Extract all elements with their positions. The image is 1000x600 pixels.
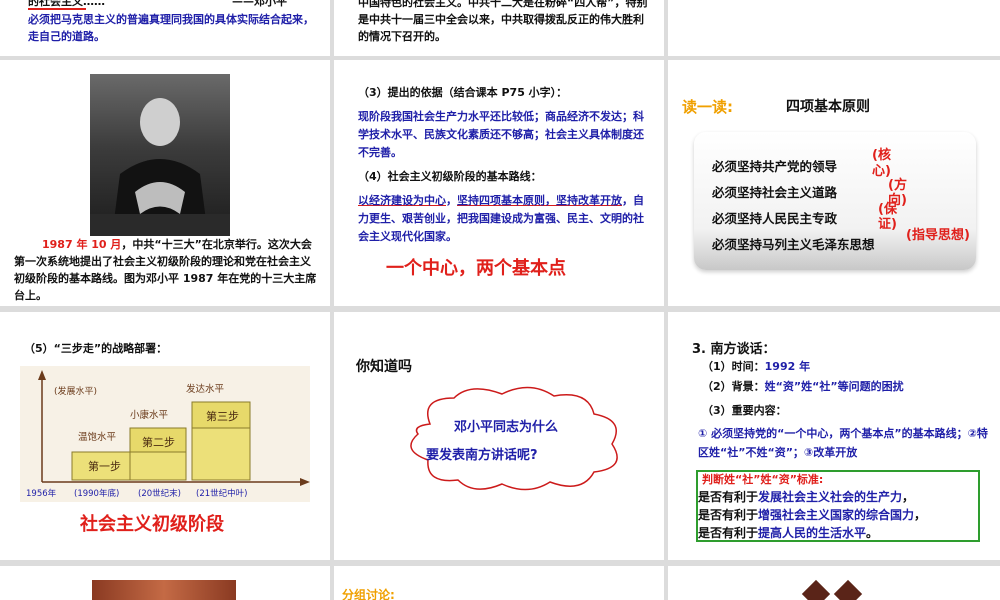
background-value: 姓“资”姓“社”等问题的困扰 xyxy=(764,380,904,393)
slide-image-fragment xyxy=(92,580,236,600)
stage-title: 社会主义初级阶段 xyxy=(80,514,224,535)
decor-shape-icon xyxy=(801,579,831,600)
principle-1: 必须坚持共产党的领导 xyxy=(712,159,838,174)
deng-xiaoping-photo xyxy=(90,74,230,236)
x-axis-label: 1956年 xyxy=(26,488,57,499)
three-step-diagram: (发展水平) 温饱水平 小康水平 发达水平 第一步 第二步 第三步 1956年 … xyxy=(20,366,310,502)
thought-bubble-icon xyxy=(410,386,618,491)
criteria-title: 判断姓“社”姓“资”标准: xyxy=(702,473,824,486)
step-label-3: 第三步 xyxy=(206,409,239,423)
step-label-2: 第二步 xyxy=(142,435,175,449)
criteria-line-2: 是否有利于增强社会主义国家的综合国力， xyxy=(698,507,926,524)
y-axis-label: (发展水平) xyxy=(54,385,97,397)
criteria-value-3: 提高人民的生活水平 xyxy=(758,526,867,540)
principle-2: 必须坚持社会主义道路 xyxy=(712,185,838,200)
criteria-line-3: 是否有利于提高人民的生活水平。 xyxy=(698,525,878,542)
time-value: 1992 年 xyxy=(764,360,811,373)
slide-thumbnail-r4c2[interactable]: 分组讨论: xyxy=(334,566,664,600)
criteria-prefix-2: 是否有利于 xyxy=(698,508,759,522)
criteria-value-1: 发展社会主义社会的生产力 xyxy=(758,490,903,504)
step-label-1: 第一步 xyxy=(88,459,121,473)
underline-accent xyxy=(28,8,86,10)
basic-line-text: 以经济建设为中心，坚持四项基本原则，坚持改革开放，自力更生、艰苦创业，把我国建设… xyxy=(358,192,650,246)
basis-heading: （3）提出的依据（结合课本 P75 小字）： xyxy=(358,86,568,99)
content-label: （3）重要内容： xyxy=(702,404,787,417)
content-text: ① 必须坚持党的“一个中心，两个基本点”的基本路线；②特区姓“社”不姓“资”；③… xyxy=(698,427,988,459)
criteria-value-2: 增强社会主义国家的综合国力 xyxy=(758,508,915,522)
note-guide: (指导思想) xyxy=(906,228,970,243)
quote-author: ——邓小平 xyxy=(232,0,287,8)
line-separator: ， xyxy=(446,194,457,207)
slide-thumbnail-r2c3[interactable]: 读一读: 四项基本原则 必须坚持共产党的领导 必须坚持社会主义道路 必须坚持人民… xyxy=(668,60,1000,306)
level-label-1: 温饱水平 xyxy=(78,431,117,443)
x-axis-label: (20世纪末) xyxy=(138,488,181,499)
x-axis-label: (21世纪中叶) xyxy=(196,488,247,499)
basis-text: 现阶段我国社会生产力水平还比较低；商品经济不发达；科学技术水平、民族文化素质还不… xyxy=(358,110,644,159)
slide-thumbnail-r3c1[interactable]: （5）“三步走”的战略部署： (发展水平) 温饱水平 小康水平 发达水平 第一步… xyxy=(0,312,330,560)
slide-thumbnail-r2c2[interactable]: （3）提出的依据（结合课本 P75 小字）： 现阶段我国社会生产力水平还比较低；… xyxy=(334,60,664,306)
level-label-3: 发达水平 xyxy=(186,383,225,395)
slide-thumbnail-r3c3[interactable]: 3. 南方谈话： （1）时间：1992 年 （2）背景：姓“资”姓“社”等问题的… xyxy=(668,312,1000,560)
read-label: 读一读: xyxy=(682,98,733,116)
line-part-center: 以经济建设为中心 xyxy=(358,194,446,207)
slide-thumbnail-r4c3[interactable] xyxy=(668,566,1000,600)
summary-title: 一个中心，两个基本点 xyxy=(386,258,566,279)
bubble-line-2: 要发表南方讲话呢? xyxy=(426,448,538,463)
criteria-end-1: ， xyxy=(902,490,915,504)
principle-4: 必须坚持马列主义毛泽东思想 xyxy=(712,237,875,252)
slide-text: 中国特色的社会主义。中共十二大是在粉碎“四人帮”，特别是中共十一届三中全会以来，… xyxy=(358,0,648,43)
slide-thumbnail-r1c1[interactable]: 的社会主义…… ——邓小平 必须把马克思主义的普遍真理同我国的具体实际结合起来，… xyxy=(0,0,330,56)
southern-talk-heading: 3. 南方谈话： xyxy=(692,342,776,357)
decor-shape-icon xyxy=(833,579,863,600)
principle-3: 必须坚持人民民主专政 xyxy=(712,211,838,226)
criteria-line-1: 是否有利于发展社会主义社会的生产力， xyxy=(698,489,914,506)
group-discussion-label: 分组讨论: xyxy=(342,588,395,600)
slide-thumbnail-r1c2[interactable]: 中国特色的社会主义。中共十二大是在粉碎“四人帮”，特别是中共十一届三中全会以来，… xyxy=(334,0,664,56)
principles-title: 四项基本原则 xyxy=(786,99,870,115)
criteria-prefix-1: 是否有利于 xyxy=(698,490,759,504)
time-row: （1）时间：1992 年 xyxy=(702,358,810,375)
photo-figure-icon xyxy=(90,98,230,236)
do-you-know-title: 你知道吗 xyxy=(356,359,412,375)
slide-thumbnail-r4c1[interactable] xyxy=(0,566,330,600)
slide-thumbnail-r1c3[interactable] xyxy=(668,0,1000,56)
criteria-end-2: ， xyxy=(914,508,927,522)
background-label: （2）背景： xyxy=(702,380,765,393)
slide-thumbnail-r3c2[interactable]: 你知道吗 邓小平同志为什么 要发表南方讲话呢? xyxy=(334,312,664,560)
photo-caption: 1987 年 10 月，中共“十三大”在北京举行。这次大会第一次系统地提出了社会… xyxy=(14,236,320,304)
slide-thumbnail-r2c1[interactable]: 1987 年 10 月，中共“十三大”在北京举行。这次大会第一次系统地提出了社会… xyxy=(0,60,330,306)
basic-line-heading: （4）社会主义初级阶段的基本路线： xyxy=(358,170,542,183)
background-row: （2）背景：姓“资”姓“社”等问题的困扰 xyxy=(702,378,904,395)
three-step-heading: （5）“三步走”的战略部署： xyxy=(24,342,168,355)
time-label: （1）时间： xyxy=(702,360,765,373)
quote-text: 必须把马克思主义的普遍真理同我国的具体实际结合起来，走自己的道路。 xyxy=(28,13,314,43)
line-part-points: 坚持四项基本原则，坚持改革开放 xyxy=(457,194,622,207)
note-guarantee: (保证) xyxy=(878,202,897,232)
note-core: (核心) xyxy=(872,148,891,179)
criteria-prefix-3: 是否有利于 xyxy=(698,526,759,540)
bubble-line-1: 邓小平同志为什么 xyxy=(454,420,559,435)
level-label-2: 小康水平 xyxy=(130,409,169,421)
x-axis-label: (1990年底) xyxy=(74,488,119,499)
caption-date: 1987 年 10 月 xyxy=(42,238,122,251)
criteria-end-3: 。 xyxy=(866,526,879,540)
